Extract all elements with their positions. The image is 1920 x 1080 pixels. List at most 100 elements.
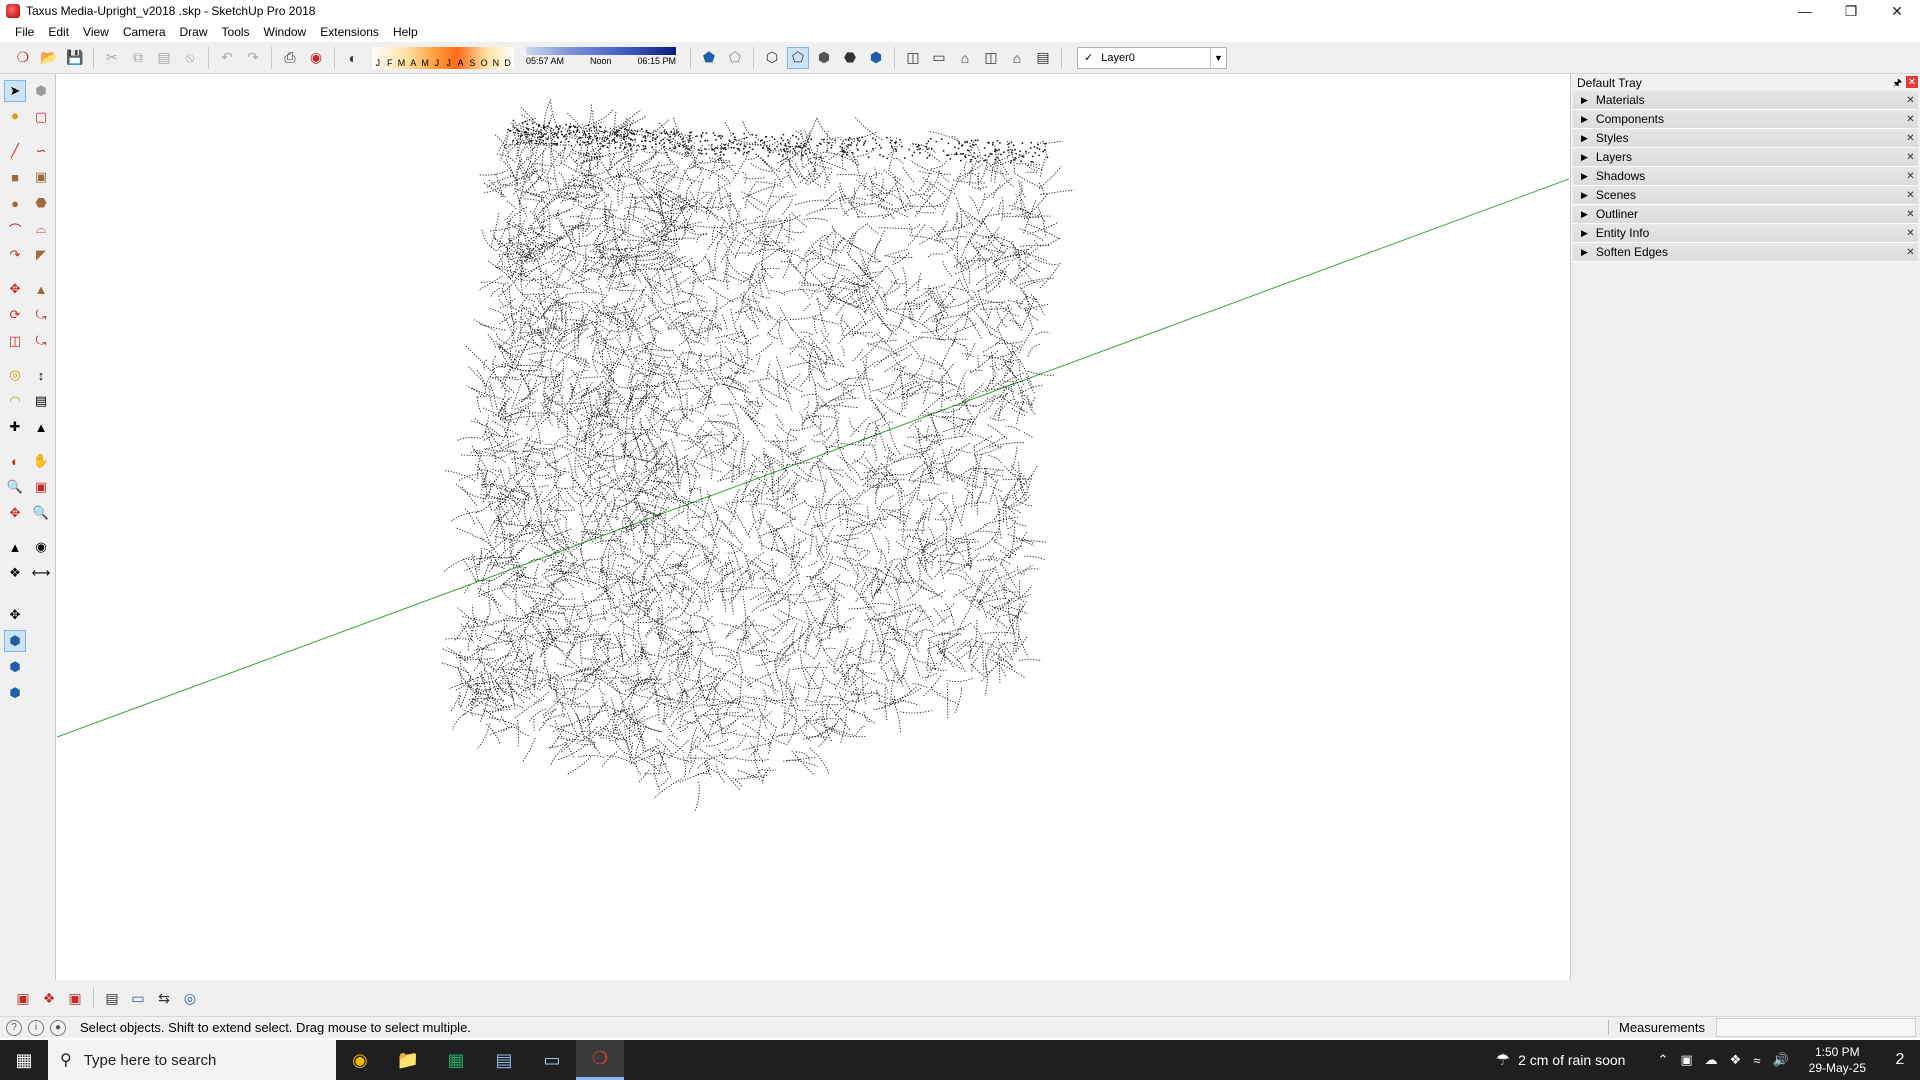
- rotated-rectangle-icon[interactable]: ▣: [30, 166, 52, 188]
- tray-item-shadows[interactable]: ▶ Shadows ✕: [1573, 167, 1918, 186]
- look-around-icon[interactable]: ◉: [30, 536, 52, 558]
- iso-view-icon[interactable]: ◫: [902, 47, 924, 69]
- three-point-arc-icon[interactable]: ↷: [4, 244, 26, 266]
- follow-me-icon[interactable]: ⤿: [30, 304, 52, 326]
- xray-icon[interactable]: ⬟: [698, 47, 720, 69]
- notes-app-icon[interactable]: ▭: [528, 1040, 576, 1080]
- close-icon[interactable]: ✕: [1905, 133, 1916, 144]
- modeling-viewport[interactable]: [57, 74, 1569, 980]
- taxus-media-mesh[interactable]: [439, 99, 1075, 811]
- front-view-icon[interactable]: ⌂: [954, 47, 976, 69]
- close-icon[interactable]: ✕: [1905, 247, 1916, 258]
- tray-item-scenes[interactable]: ▶ Scenes ✕: [1573, 186, 1918, 205]
- back-view-icon[interactable]: ⌂: [1006, 47, 1028, 69]
- arc-icon[interactable]: ⌒: [4, 218, 26, 240]
- print-icon[interactable]: ⎙: [279, 47, 301, 69]
- zoom-icon[interactable]: 🔍: [4, 476, 26, 498]
- open-folder-icon[interactable]: 📂: [38, 47, 60, 69]
- excel-icon[interactable]: ▦: [432, 1040, 480, 1080]
- copy-icon[interactable]: ⧉: [127, 47, 149, 69]
- cut-icon[interactable]: ✂: [101, 47, 123, 69]
- info-icon[interactable]: i: [28, 1019, 44, 1036]
- 3d-text-icon[interactable]: ▲: [30, 416, 52, 438]
- minimize-icon[interactable]: —: [1782, 0, 1828, 22]
- menu-edit[interactable]: Edit: [41, 22, 76, 42]
- model-info-icon[interactable]: ◉: [305, 47, 327, 69]
- eraser-icon[interactable]: ▢: [30, 106, 52, 128]
- onedrive-icon[interactable]: ☁: [1705, 1052, 1718, 1068]
- redo-icon[interactable]: ↷: [242, 47, 264, 69]
- close-icon[interactable]: ✕: [1905, 152, 1916, 163]
- shaded-textures-icon[interactable]: ⬣: [839, 47, 861, 69]
- axes-tool-icon[interactable]: ✚: [4, 416, 26, 438]
- dropbox-icon[interactable]: ❖: [1730, 1052, 1742, 1068]
- close-icon[interactable]: ✕: [1874, 0, 1920, 22]
- move-tool-icon[interactable]: ✥: [4, 278, 26, 300]
- tray-item-soften-edges[interactable]: ▶ Soften Edges ✕: [1573, 243, 1918, 262]
- windows-start-icon[interactable]: ▦: [0, 1040, 48, 1080]
- wifi-icon[interactable]: ≈: [1753, 1053, 1760, 1068]
- geo-location-icon[interactable]: ◎: [179, 987, 201, 1009]
- rotate-tool-icon[interactable]: ⟳: [4, 304, 26, 326]
- intersect-icon[interactable]: ⬢: [4, 682, 26, 704]
- select-tool-icon[interactable]: ➤: [4, 80, 26, 102]
- shadows-toggle-icon[interactable]: ◐: [342, 47, 364, 69]
- solid-tools-icon[interactable]: ⬢: [4, 630, 26, 652]
- menu-extensions[interactable]: Extensions: [313, 22, 386, 42]
- save-icon[interactable]: 💾: [64, 47, 86, 69]
- notification-icon[interactable]: 2: [1880, 1040, 1920, 1080]
- polygon-icon[interactable]: ⬣: [30, 192, 52, 214]
- paste-icon[interactable]: ▤: [153, 47, 175, 69]
- offset-tool-icon[interactable]: ⤿: [30, 330, 52, 352]
- tray-item-materials[interactable]: ▶ Materials ✕: [1573, 91, 1918, 110]
- right-view-icon[interactable]: ◫: [980, 47, 1002, 69]
- close-icon[interactable]: ✕: [1905, 190, 1916, 201]
- chevron-down-icon[interactable]: ▼: [1210, 47, 1226, 68]
- layer-dropdown[interactable]: ✓ Layer0 ▼: [1077, 46, 1227, 69]
- circle-icon[interactable]: ●: [4, 192, 26, 214]
- file-explorer-icon[interactable]: 📁: [384, 1040, 432, 1080]
- pie-icon[interactable]: ◤: [30, 244, 52, 266]
- ruby-console-icon[interactable]: ▣: [12, 987, 34, 1009]
- erase-icon[interactable]: ⦸: [179, 47, 201, 69]
- section-plane-icon[interactable]: ⟷: [30, 562, 52, 584]
- display-icon[interactable]: ▭: [127, 987, 149, 1009]
- text-tool-icon[interactable]: ▤: [30, 390, 52, 412]
- sandbox-move-icon[interactable]: ✥: [4, 604, 26, 626]
- chevron-up-icon[interactable]: ⌃: [1657, 1052, 1668, 1068]
- back-edges-icon[interactable]: ⬠: [724, 47, 746, 69]
- tray-item-components[interactable]: ▶ Components ✕: [1573, 110, 1918, 129]
- send-to-layout-icon[interactable]: ▤: [101, 987, 123, 1009]
- taskbar-search-input[interactable]: ⚲ Type here to search: [48, 1040, 336, 1080]
- orbit-icon[interactable]: ◐: [4, 450, 26, 472]
- shadow-month-slider[interactable]: J F M A M J J A S O N D: [372, 46, 514, 69]
- measurements-input[interactable]: [1716, 1018, 1916, 1037]
- close-icon[interactable]: ✕: [1905, 114, 1916, 125]
- user-icon[interactable]: ●: [50, 1019, 66, 1036]
- freehand-icon[interactable]: ∽: [30, 140, 52, 162]
- undo-icon[interactable]: ↶: [216, 47, 238, 69]
- two-point-arc-icon[interactable]: ⌓: [30, 218, 52, 240]
- close-icon[interactable]: ✕: [1905, 228, 1916, 239]
- tray-item-layers[interactable]: ▶ Layers ✕: [1573, 148, 1918, 167]
- shadow-time-slider[interactable]: 05:57 AM Noon 06:15 PM: [526, 46, 676, 69]
- geo-location-status-icon[interactable]: ?: [6, 1019, 22, 1036]
- hidden-line-icon[interactable]: ⬠: [787, 46, 809, 69]
- tape-measure-icon[interactable]: ◎: [4, 364, 26, 386]
- menu-help[interactable]: Help: [386, 22, 425, 42]
- clock[interactable]: 1:50 PM 29-May-25: [1809, 1044, 1866, 1076]
- model-canvas[interactable]: [57, 74, 1569, 980]
- scale-tool-icon[interactable]: ◫: [4, 330, 26, 352]
- paint-bucket-icon[interactable]: ⚫: [4, 106, 26, 128]
- sketchup-taskbar-icon[interactable]: ❍: [576, 1040, 624, 1080]
- menu-file[interactable]: File: [8, 22, 41, 42]
- meet-icon[interactable]: ▣: [1680, 1052, 1692, 1068]
- pan-icon[interactable]: ✋: [30, 450, 52, 472]
- new-file-icon[interactable]: ❍: [12, 47, 34, 69]
- tray-close-icon[interactable]: ✕: [1906, 76, 1918, 88]
- dimension-icon[interactable]: ↕: [30, 364, 52, 386]
- previous-view-icon[interactable]: 🔍: [30, 502, 52, 524]
- menu-camera[interactable]: Camera: [116, 22, 173, 42]
- line-tool-icon[interactable]: ╱: [4, 140, 26, 162]
- tray-item-entity-info[interactable]: ▶ Entity Info ✕: [1573, 224, 1918, 243]
